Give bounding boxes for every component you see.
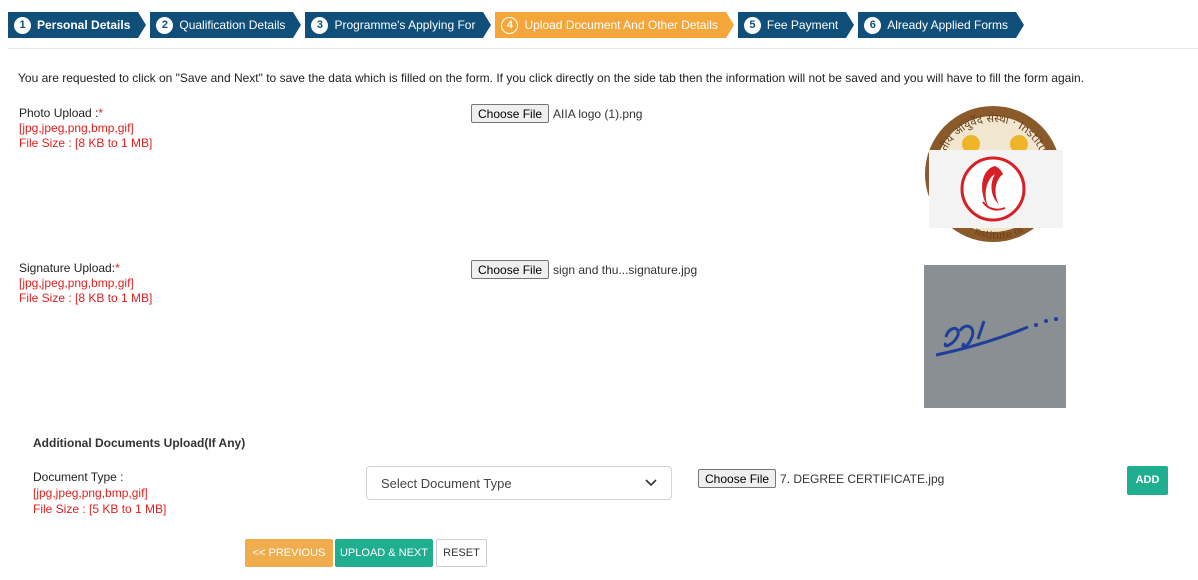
signature-allowed-formats: [jpg,jpeg,png,bmp,gif] — [19, 276, 134, 290]
upload-next-button[interactable]: UPLOAD & NEXT — [335, 539, 433, 567]
add-document-button[interactable]: ADD — [1127, 466, 1168, 495]
step-number-3: 3 — [311, 16, 329, 34]
signature-file-input[interactable]: Choose File sign and thu...signature.jpg — [471, 260, 697, 279]
tab-label: Qualification Details — [179, 18, 286, 32]
chevron-down-icon — [645, 479, 657, 487]
tab-label: Already Applied Forms — [887, 18, 1008, 32]
step-number-4: 4 — [501, 16, 519, 34]
document-allowed-formats: [jpg,jpeg,png,bmp,gif] — [33, 486, 148, 500]
step-number-5: 5 — [743, 16, 761, 34]
photo-upload-label-block: Photo Upload :* [jpg,jpeg,png,bmp,gif] F… — [19, 106, 152, 151]
tab-already-applied-forms[interactable]: 6 Already Applied Forms — [858, 12, 1024, 38]
tab-upload-document[interactable]: 4 Upload Document And Other Details — [495, 12, 735, 38]
tab-qualification-details[interactable]: 2 Qualification Details — [150, 12, 302, 38]
signature-file-size: File Size : [8 KB to 1 MB] — [19, 291, 153, 305]
signature-preview — [924, 265, 1066, 408]
document-file-size: File Size : [5 KB to 1 MB] — [33, 502, 167, 516]
required-marker: * — [115, 261, 120, 275]
tab-personal-details[interactable]: 1 Personal Details — [8, 12, 147, 38]
document-filename: 7. DEGREE CERTIFICATE.jpg — [780, 471, 945, 486]
tab-label: Fee Payment — [766, 18, 839, 32]
signature-choose-file-button[interactable]: Choose File — [471, 260, 550, 279]
photo-upload-label: Photo Upload : — [19, 106, 99, 120]
tabs-divider — [8, 48, 1198, 49]
photo-filename: AIIA logo (1).png — [553, 106, 643, 121]
tab-programmes-applying-for[interactable]: 3 Programme's Applying For — [305, 12, 492, 38]
document-type-selected: Select Document Type — [381, 475, 512, 491]
document-type-label: Document Type : — [33, 470, 124, 484]
document-type-label-block: Document Type : [jpg,jpeg,png,bmp,gif] F… — [33, 469, 166, 517]
signature-upload-label: Signature Upload: — [19, 261, 116, 275]
aiia-logo-image: भारतीय आयुर्वेद संस्था · Institute of ns… — [921, 94, 1066, 242]
step-number-2: 2 — [156, 16, 174, 34]
tab-label: Upload Document And Other Details — [524, 18, 718, 32]
additional-documents-title: Additional Documents Upload(If Any) — [33, 436, 246, 450]
step-number-1: 1 — [14, 16, 31, 34]
signature-filename: sign and thu...signature.jpg — [553, 262, 698, 277]
document-type-select[interactable]: Select Document Type — [366, 466, 672, 500]
photo-choose-file-button[interactable]: Choose File — [471, 104, 550, 123]
document-file-input[interactable]: Choose File 7. DEGREE CERTIFICATE.jpg — [698, 469, 944, 488]
previous-button[interactable]: << PREVIOUS — [245, 539, 333, 567]
signature-image — [924, 265, 1066, 408]
tab-label: Personal Details — [37, 18, 131, 32]
step-tabs: 1 Personal Details 2 Qualification Detai… — [8, 12, 1028, 38]
photo-preview: भारतीय आयुर्वेद संस्था · Institute of ns… — [921, 94, 1066, 244]
document-choose-file-button[interactable]: Choose File — [698, 469, 777, 488]
required-marker: * — [98, 106, 104, 120]
save-notice: You are requested to click on "Save and … — [18, 71, 1084, 85]
step-number-6: 6 — [864, 16, 882, 34]
photo-file-size: File Size : [8 KB to 1 MB] — [19, 136, 153, 150]
signature-upload-label-block: Signature Upload:* [jpg,jpeg,png,bmp,gif… — [19, 261, 152, 306]
photo-file-input[interactable]: Choose File AIIA logo (1).png — [471, 104, 642, 123]
photo-allowed-formats: [jpg,jpeg,png,bmp,gif] — [19, 121, 134, 135]
tab-label: Programme's Applying For — [334, 18, 476, 32]
tab-fee-payment[interactable]: 5 Fee Payment — [737, 12, 855, 38]
reset-button[interactable]: RESET — [436, 539, 487, 567]
